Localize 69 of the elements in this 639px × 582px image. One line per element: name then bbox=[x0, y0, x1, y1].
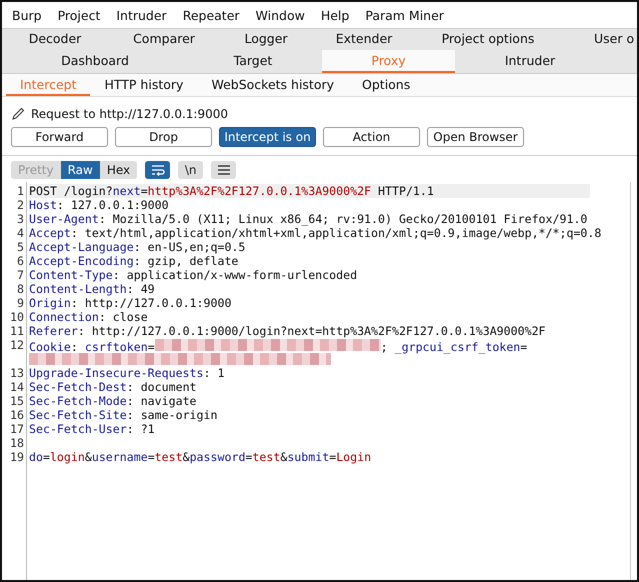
code-line: Origin: http://127.0.0.1:9000 bbox=[29, 296, 232, 310]
code-line: Content-Type: application/x-www-form-urlencoded bbox=[29, 268, 358, 282]
code-line: do=login&username=test&password=test&submit=Login bbox=[29, 450, 372, 464]
line-number: 9 bbox=[16, 296, 25, 310]
tab[interactable]: WebSockets history bbox=[197, 74, 348, 96]
code-line: Sec-Fetch-Dest: document bbox=[29, 380, 197, 394]
menu-item[interactable]: Help bbox=[312, 8, 358, 22]
menu-button[interactable] bbox=[211, 161, 236, 179]
line-number: 6 bbox=[16, 254, 25, 268]
code-line: Accept-Language: en-US,en;q=0.5 bbox=[29, 240, 246, 254]
line-number: 3 bbox=[16, 212, 25, 226]
line-number: 2 bbox=[16, 198, 25, 212]
line-number: 10 bbox=[9, 310, 25, 324]
code-line: Referer: http://127.0.0.1:9000/login?next=http%3A%2F%2F127.0.0.1%3A9000%2F bbox=[29, 324, 546, 338]
line-number: 18 bbox=[9, 436, 25, 450]
line-number: 15 bbox=[9, 394, 25, 408]
action-button[interactable]: Forward bbox=[11, 127, 108, 147]
wrap-toggle[interactable] bbox=[145, 161, 170, 179]
action-button[interactable]: Intercept is on bbox=[219, 127, 316, 147]
line-number: 4 bbox=[16, 226, 25, 240]
menu-item[interactable]: Burp bbox=[4, 8, 50, 22]
tab[interactable]: Logger bbox=[224, 29, 308, 50]
menu-item[interactable]: Project bbox=[50, 8, 108, 22]
code-line: Connection: close bbox=[29, 310, 148, 324]
line-number: 19 bbox=[9, 450, 25, 464]
line-number: 11 bbox=[9, 324, 25, 338]
code-line: Sec-Fetch-Site: same-origin bbox=[29, 408, 218, 422]
tab[interactable]: Extender bbox=[308, 29, 420, 50]
line-number: 14 bbox=[9, 380, 25, 394]
menu-item[interactable]: Intruder bbox=[108, 8, 175, 22]
menu-item[interactable]: Window bbox=[248, 8, 313, 22]
line-number: 16 bbox=[9, 408, 25, 422]
line-number: 5 bbox=[16, 240, 25, 254]
line-number: 13 bbox=[9, 366, 25, 380]
tab[interactable]: Intruder bbox=[455, 50, 605, 73]
menu-item[interactable]: Repeater bbox=[174, 8, 248, 22]
tab[interactable]: User o bbox=[594, 29, 634, 50]
tab[interactable]: Project options bbox=[420, 29, 556, 50]
request-label: Request to http://127.0.0.1:9000 bbox=[31, 107, 228, 121]
line-number: 1 bbox=[16, 184, 25, 198]
view-tab[interactable]: Raw bbox=[60, 161, 100, 179]
newline-toggle[interactable]: \n bbox=[178, 161, 204, 179]
code-line: Sec-Fetch-User: ?1 bbox=[29, 422, 155, 436]
line-number: 8 bbox=[16, 282, 25, 296]
code-line: Host: 127.0.0.1:9000 bbox=[29, 198, 169, 212]
action-button[interactable]: Drop bbox=[115, 127, 212, 147]
line-number: 17 bbox=[9, 422, 25, 436]
menu-icon bbox=[218, 165, 230, 175]
code-line: Upgrade-Insecure-Requests: 1 bbox=[29, 366, 224, 380]
tab[interactable]: Dashboard bbox=[6, 50, 184, 73]
code-line: Content-Length: 49 bbox=[29, 282, 155, 296]
pencil-icon bbox=[11, 107, 25, 121]
code-line: User-Agent: Mozilla/5.0 (X11; Linux x86_64; rv:91.0) Gecko/20100101 Firefox/91.0 bbox=[29, 212, 588, 226]
view-tab[interactable]: Hex bbox=[100, 161, 138, 179]
action-button[interactable]: Action bbox=[323, 127, 420, 147]
line-number: 12 bbox=[9, 338, 25, 352]
action-button[interactable]: Open Browser bbox=[427, 127, 524, 147]
line-number: 7 bbox=[16, 268, 25, 282]
code-line: Accept: text/html,application/xhtml+xml,application/xml;q=0.9,image/webp,*/*;q=0.8 bbox=[29, 226, 602, 240]
code-line: Sec-Fetch-Mode: navigate bbox=[29, 394, 197, 408]
tab[interactable]: Decoder bbox=[6, 29, 104, 50]
tab[interactable]: HTTP history bbox=[90, 74, 198, 96]
code-line: Cookie: csrftoken= ; _grpcui_csrf_token= bbox=[29, 338, 528, 352]
tab[interactable]: Comparer bbox=[104, 29, 224, 50]
wrap-lines-icon bbox=[150, 164, 165, 176]
tab[interactable]: Options bbox=[348, 74, 424, 96]
code-line: Accept-Encoding: gzip, deflate bbox=[29, 254, 238, 268]
menu-item[interactable]: Param Miner bbox=[357, 8, 452, 22]
tab[interactable]: Target bbox=[184, 50, 322, 73]
